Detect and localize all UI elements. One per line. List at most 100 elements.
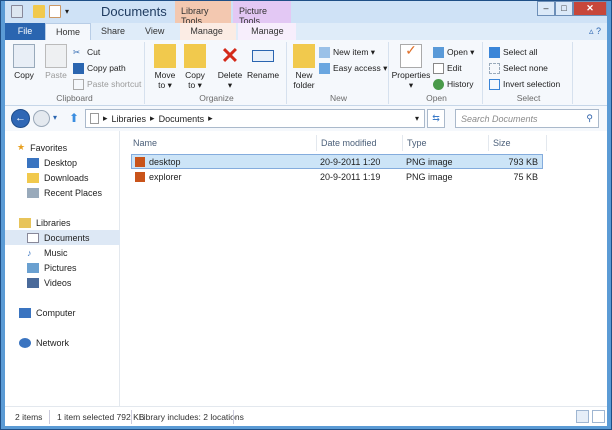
column-type[interactable]: Type — [403, 135, 489, 151]
libraries-icon — [19, 217, 31, 228]
group-select: Select all Select none Invert selection … — [485, 42, 573, 104]
network-icon — [19, 337, 31, 348]
breadcrumb-documents[interactable]: Documents — [159, 114, 205, 124]
copy-path-button[interactable]: Copy path — [73, 61, 126, 75]
group-label: Organize — [199, 93, 234, 103]
edit-icon — [433, 62, 444, 74]
nav-downloads[interactable]: Downloads — [5, 170, 120, 185]
paste-button[interactable]: Paste — [43, 44, 69, 80]
properties-button[interactable]: ✓ Properties ▾ — [391, 43, 431, 90]
png-file-icon — [135, 172, 145, 182]
address-bar[interactable]: ▸ Libraries ▸ Documents ▸ ▾ — [85, 109, 425, 128]
invert-selection-icon — [489, 78, 500, 90]
paste-shortcut-button[interactable]: Paste shortcut — [73, 77, 141, 91]
address-dropdown-icon[interactable]: ▾ — [415, 114, 419, 123]
column-name[interactable]: Name — [121, 135, 317, 151]
details-view-button[interactable] — [576, 410, 589, 423]
delete-x-icon: ✕ — [220, 43, 240, 68]
delete-button[interactable]: ✕ Delete ▾ — [215, 43, 245, 91]
column-date-modified[interactable]: Date modified — [317, 135, 403, 151]
breadcrumb-libraries[interactable]: Libraries — [112, 114, 147, 124]
nav-computer[interactable]: Computer — [5, 305, 120, 320]
open-icon — [433, 46, 444, 58]
nav-network[interactable]: Network — [5, 335, 120, 350]
explorer-window: ▾ Documents Library Tools Picture Tools … — [0, 0, 612, 430]
rename-icon — [252, 50, 274, 62]
invert-selection-button[interactable]: Invert selection — [489, 77, 560, 91]
select-all-button[interactable]: Select all — [489, 45, 538, 59]
nav-documents[interactable]: Documents — [5, 230, 120, 245]
group-label: New — [329, 93, 347, 103]
open-button[interactable]: Open ▾ — [433, 45, 474, 59]
copy-folder-icon — [184, 44, 206, 68]
new-item-icon — [319, 46, 330, 58]
tab-view[interactable]: View — [135, 23, 174, 40]
copy-button[interactable]: Copy — [11, 44, 37, 80]
recent-places-icon — [27, 187, 39, 198]
select-all-icon — [489, 46, 500, 58]
tab-home[interactable]: Home — [45, 23, 92, 40]
properties-check-icon: ✓ — [400, 43, 422, 68]
tab-share[interactable]: Share — [91, 23, 135, 40]
status-bar: 2 items 1 item selected 792 KB Library i… — [5, 406, 607, 426]
new-item-button[interactable]: New item ▾ — [319, 45, 375, 59]
tab-file[interactable]: File — [5, 23, 45, 40]
group-clipboard: Copy Paste ✂ Cut Copy path Paste shortcut… — [5, 42, 145, 104]
search-input[interactable]: Search Documents ⚲ — [455, 109, 599, 128]
nav-recent-places[interactable]: Recent Places — [5, 185, 120, 200]
scissors-icon: ✂ — [73, 46, 81, 57]
documents-icon — [27, 232, 39, 243]
history-button[interactable]: History — [433, 77, 473, 91]
search-placeholder: Search Documents — [461, 114, 538, 124]
png-file-icon — [135, 157, 145, 167]
cut-button[interactable]: ✂ Cut — [73, 45, 100, 59]
recent-locations-icon[interactable]: ▾ — [53, 113, 57, 122]
refresh-button[interactable]: ⇆ — [427, 109, 445, 128]
column-size[interactable]: Size — [489, 135, 547, 151]
group-organize: Move to ▾ Copy to ▾ ✕ Delete ▾ Rename Org… — [147, 42, 287, 104]
copy-to-button[interactable]: Copy to ▾ — [181, 44, 209, 90]
large-icons-view-button[interactable] — [592, 410, 605, 423]
nav-favorites[interactable]: ★ Favorites — [17, 140, 132, 155]
nav-libraries[interactable]: Libraries — [5, 215, 120, 230]
window-menu-icon[interactable] — [11, 5, 23, 18]
file-row-explorer[interactable]: explorer 20-9-2011 1:19 PNG image 75 KB — [131, 170, 543, 185]
history-icon — [433, 78, 444, 90]
move-folder-icon — [154, 44, 176, 68]
help-icon[interactable]: ▵ ? — [583, 26, 607, 40]
tab-manage-picture[interactable]: Manage — [238, 23, 297, 40]
edit-button[interactable]: Edit — [433, 61, 462, 75]
chevron-right-icon: ▸ — [150, 113, 155, 123]
select-none-button[interactable]: Select none — [489, 61, 548, 75]
chevron-right-icon: ▸ — [103, 113, 108, 123]
new-folder-icon — [293, 44, 315, 68]
customize-qat-icon[interactable]: ▾ — [65, 7, 69, 16]
status-item-count: 2 items — [15, 412, 43, 422]
location-icon — [90, 113, 99, 124]
nav-desktop[interactable]: Desktop — [5, 155, 120, 170]
back-button[interactable]: ← — [11, 109, 30, 128]
move-to-button[interactable]: Move to ▾ — [151, 44, 179, 90]
file-list: Name Date modified Type Size desktop 20-… — [121, 131, 607, 406]
rename-button[interactable]: Rename — [247, 44, 279, 80]
file-row-desktop[interactable]: desktop 20-9-2011 1:20 PNG image 793 KB — [131, 154, 543, 169]
nav-music[interactable]: ♪ Music — [5, 245, 120, 260]
properties-icon[interactable] — [49, 5, 61, 18]
search-icon: ⚲ — [586, 113, 593, 123]
new-folder-button[interactable]: New folder — [291, 44, 317, 90]
paste-shortcut-icon — [73, 78, 84, 90]
up-button[interactable]: ⬆ — [69, 111, 79, 125]
tab-manage-library[interactable]: Manage — [180, 23, 237, 40]
folder-icon[interactable] — [33, 5, 45, 18]
forward-button[interactable] — [33, 110, 50, 127]
nav-videos[interactable]: Videos — [5, 275, 120, 290]
group-label: Clipboard — [56, 93, 93, 103]
nav-pictures[interactable]: Pictures — [5, 260, 120, 275]
content-area: ★ Favorites Desktop Downloads Recent Plac… — [5, 131, 607, 406]
close-button[interactable]: ✕ — [573, 1, 607, 16]
easy-access-button[interactable]: Easy access ▾ — [319, 61, 387, 75]
minimize-button[interactable]: – — [537, 1, 555, 16]
music-icon: ♪ — [27, 247, 32, 258]
maximize-button[interactable]: □ — [555, 1, 573, 16]
context-library-tools: Library Tools — [175, 1, 231, 26]
